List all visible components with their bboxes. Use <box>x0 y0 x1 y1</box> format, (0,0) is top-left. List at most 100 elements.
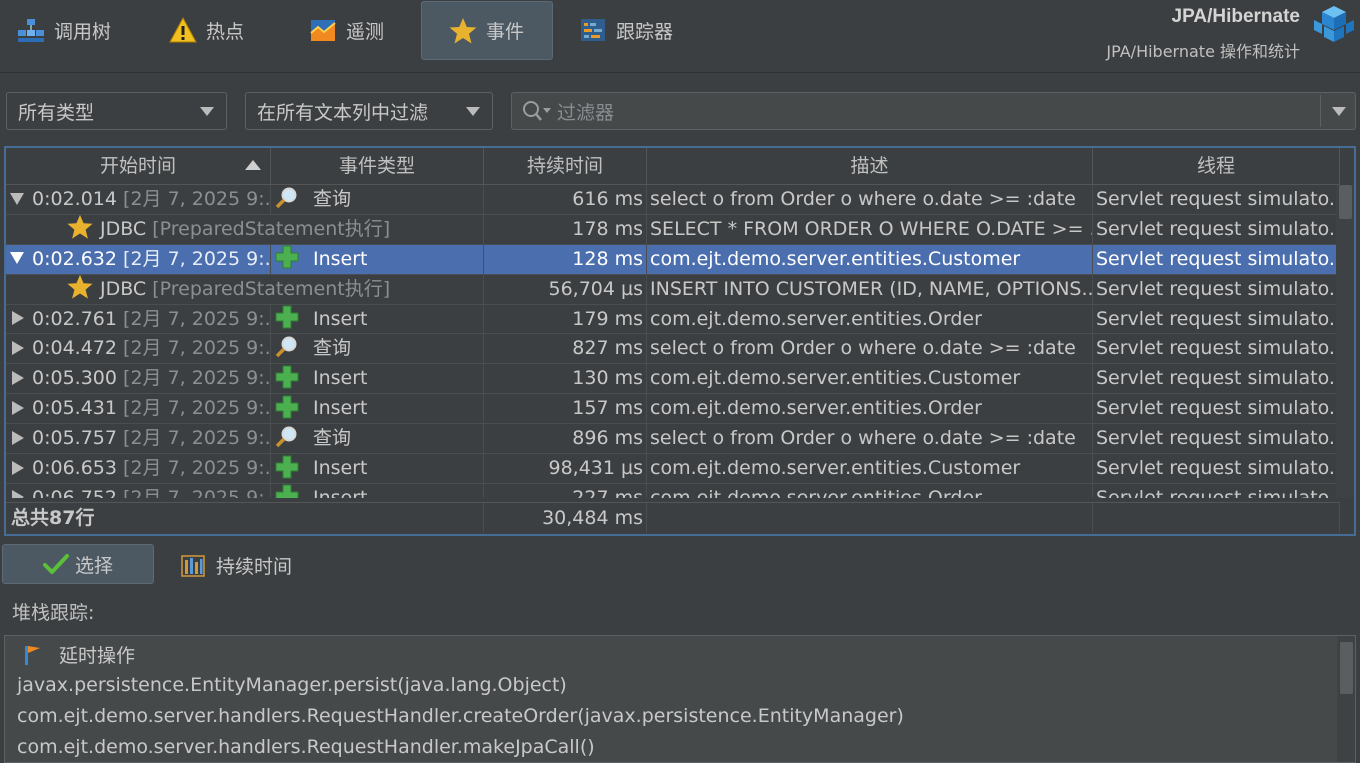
tab-label: 跟踪器 <box>616 20 674 43</box>
total-count: 87 <box>49 507 76 529</box>
stack-scrollbar[interactable] <box>1337 636 1355 762</box>
filter-input[interactable]: 过滤器 <box>511 92 1356 130</box>
description-cell: select o from Order o where o.date >= :d… <box>647 185 1093 214</box>
start-date: [2月 7, 2025 9:... <box>123 397 271 420</box>
collapsed-triangle-icon[interactable] <box>12 400 24 415</box>
start-time: 0:02.632 <box>32 247 117 270</box>
duration-bars-icon <box>180 552 206 578</box>
cube-logo-icon <box>1312 4 1356 44</box>
start-time: 0:02.014 <box>32 188 117 210</box>
child-event-cell: JDBC [PreparedStatement执行] <box>6 214 484 244</box>
table-row[interactable]: 0:02.014 [2月 7, 2025 9:... 查询 616 ms sel… <box>6 185 1340 215</box>
start-date: [2月 7, 2025 9:... <box>123 247 271 270</box>
stack-frame[interactable]: com.ejt.demo.server.handlers.RequestHand… <box>17 705 904 727</box>
description-cell: com.ejt.demo.server.entities.Order <box>647 394 1093 424</box>
tab-hotspots[interactable]: 热点 <box>168 2 244 58</box>
collapsed-triangle-icon[interactable] <box>12 490 24 498</box>
expanded-triangle-icon[interactable] <box>10 192 24 205</box>
flag-icon <box>21 644 43 666</box>
tab-call-tree[interactable]: 调用树 <box>16 2 111 58</box>
column-header-thread[interactable]: 线程 <box>1093 148 1340 184</box>
history-dropdown-arrow[interactable] <box>1332 107 1346 116</box>
collapsed-triangle-icon[interactable] <box>12 460 24 475</box>
table-row[interactable]: 0:04.472 [2月 7, 2025 9:... 查询 827 ms sel… <box>6 334 1340 365</box>
tab-label: 遥测 <box>346 20 385 43</box>
column-header-start-time[interactable]: 开始时间 <box>6 148 271 184</box>
duration-view-button[interactable]: 持续时间 <box>180 548 292 582</box>
description-cell: com.ejt.demo.server.entities.Customer <box>647 364 1093 394</box>
event-type: 查询 <box>313 427 352 450</box>
start-time-cell: 0:06.653 [2月 7, 2025 9:... <box>6 454 271 484</box>
probe-title: JPA/Hibernate <box>1171 6 1300 27</box>
collapsed-triangle-icon[interactable] <box>12 370 24 385</box>
table-scrollbar[interactable] <box>1336 185 1354 498</box>
column-header-label: 描述 <box>850 155 889 177</box>
table-row[interactable]: 0:05.757 [2月 7, 2025 9:... 查询 896 ms sel… <box>6 424 1340 455</box>
description-cell: select o from Order o where o.date >= :d… <box>647 334 1093 364</box>
event-type-cell: 查询 <box>271 185 484 214</box>
tab-events[interactable]: 事件 <box>421 1 553 60</box>
column-header-label: 开始时间 <box>99 155 176 177</box>
start-time: 0:05.757 <box>32 427 117 450</box>
select-button[interactable]: 选择 <box>2 544 154 584</box>
expanded-triangle-icon[interactable] <box>10 252 24 265</box>
stack-frame[interactable]: 延时操作 <box>21 641 135 668</box>
thread-cell: Servlet request simulato... <box>1093 185 1340 214</box>
duration-cell: 616 ms <box>484 185 647 214</box>
filter-column-combo[interactable]: 在所有文本列中过滤 <box>245 92 493 130</box>
event-type: Insert <box>313 486 368 498</box>
scrollbar-thumb[interactable] <box>1340 642 1353 694</box>
sort-ascending-icon <box>245 160 261 170</box>
duration-cell: 157 ms <box>484 394 647 424</box>
child-event-cell: JDBC [PreparedStatement执行] <box>6 274 484 304</box>
duration-view-label: 持续时间 <box>216 555 293 578</box>
column-header-duration[interactable]: 持续时间 <box>484 148 647 184</box>
start-date: [2月 7, 2025 9:... <box>123 457 271 480</box>
table-footer: 总共87行 30,484 ms <box>6 502 1340 533</box>
collapsed-triangle-icon[interactable] <box>12 430 24 445</box>
event-type-combo[interactable]: 所有类型 <box>6 92 227 130</box>
collapsed-triangle-icon[interactable] <box>12 311 24 326</box>
insert-plus-icon <box>275 365 299 389</box>
table-row[interactable]: 0:06.653 [2月 7, 2025 9:... Insert 98,431… <box>6 454 1340 484</box>
start-time-cell: 0:04.472 [2月 7, 2025 9:... <box>6 334 271 364</box>
start-time-cell: 0:02.632 [2月 7, 2025 9:... <box>6 244 271 274</box>
table-row[interactable]: 0:06.752 [2月 7, 2025 9:... Insert 227 ms… <box>6 483 1340 498</box>
stack-frame[interactable]: com.ejt.demo.server.handlers.RequestHand… <box>17 736 595 758</box>
start-date: [2月 7, 2025 9:... <box>123 337 271 360</box>
filter-column-value: 在所有文本列中过滤 <box>257 101 429 124</box>
event-type: Insert <box>313 247 368 270</box>
event-type-cell: Insert <box>271 394 484 424</box>
event-type-cell: 查询 <box>271 334 484 364</box>
description-cell: INSERT INTO CUSTOMER (ID, NAME, OPTIONS.… <box>647 274 1093 304</box>
total-duration: 30,484 ms <box>484 503 647 533</box>
total-rows: 总共87行 <box>6 503 484 533</box>
table-row[interactable]: JDBC [PreparedStatement执行] 56,704 µs INS… <box>6 274 1340 305</box>
table-row[interactable]: 0:05.300 [2月 7, 2025 9:... Insert 130 ms… <box>6 364 1340 395</box>
duration-cell: 179 ms <box>484 304 647 334</box>
table-row[interactable]: 0:05.431 [2月 7, 2025 9:... Insert 157 ms… <box>6 394 1340 425</box>
description-cell: com.ejt.demo.server.entities.Customer <box>647 244 1093 274</box>
child-event-subtype: [PreparedStatement执行] <box>152 277 391 300</box>
table-row-selected[interactable]: 0:02.632 [2月 7, 2025 9:... Insert 128 ms… <box>6 244 1340 275</box>
start-time: 0:06.752 <box>32 486 117 498</box>
description-cell: com.ejt.demo.server.entities.Customer <box>647 454 1093 484</box>
table-body: 0:02.014 [2月 7, 2025 9:... 查询 616 ms sel… <box>6 185 1340 498</box>
select-label: 选择 <box>75 554 114 577</box>
table-row[interactable]: 0:02.761 [2月 7, 2025 9:... Insert 179 ms… <box>6 304 1340 335</box>
collapsed-triangle-icon[interactable] <box>12 340 24 355</box>
column-header-description[interactable]: 描述 <box>647 148 1093 184</box>
tab-tracker[interactable]: 跟踪器 <box>578 2 673 58</box>
column-header-event-type[interactable]: 事件类型 <box>271 148 484 184</box>
scrollbar-thumb[interactable] <box>1339 185 1352 219</box>
event-type: 查询 <box>313 337 352 360</box>
start-date: [2月 7, 2025 9:... <box>123 307 271 330</box>
insert-plus-icon <box>275 305 299 329</box>
stack-frame[interactable]: javax.persistence.EntityManager.persist(… <box>17 674 567 696</box>
start-time-cell: 0:05.757 [2月 7, 2025 9:... <box>6 424 271 454</box>
description-cell: com.ejt.demo.server.entities.Order <box>647 304 1093 334</box>
table-row[interactable]: JDBC [PreparedStatement执行] 178 ms SELECT… <box>6 214 1340 245</box>
tab-telemetry[interactable]: 遥测 <box>308 2 384 58</box>
event-type: Insert <box>313 397 368 420</box>
start-time-cell: 0:05.300 [2月 7, 2025 9:... <box>6 364 271 394</box>
